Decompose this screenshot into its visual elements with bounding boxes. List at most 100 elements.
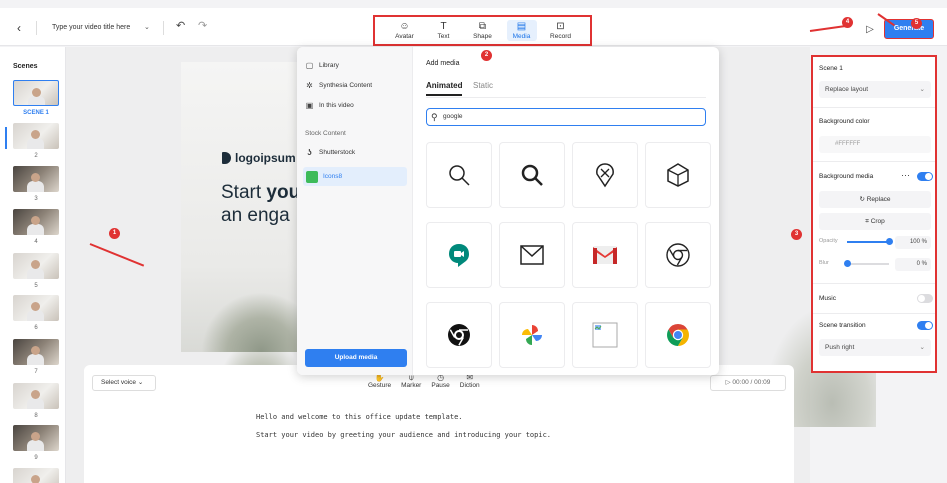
gesture-button[interactable]: ✋ Gesture bbox=[368, 373, 391, 389]
media-result[interactable] bbox=[499, 302, 565, 368]
more-icon[interactable]: ⋯ bbox=[901, 170, 910, 181]
chrome-black-icon bbox=[448, 324, 470, 346]
background-color-title: Background color bbox=[819, 118, 870, 125]
scene-thumbnail[interactable] bbox=[13, 166, 59, 192]
value-text: 100 bbox=[909, 239, 920, 245]
diction-button[interactable]: ✉ Diction bbox=[460, 373, 480, 389]
media-result[interactable] bbox=[572, 142, 638, 208]
scene-thumbnail[interactable] bbox=[13, 80, 59, 106]
background-media-toggle[interactable] bbox=[917, 172, 933, 181]
blur-slider[interactable] bbox=[843, 260, 889, 267]
media-result[interactable] bbox=[572, 222, 638, 288]
redo-icon[interactable]: ↷ bbox=[198, 19, 207, 32]
scene-thumbnail[interactable] bbox=[13, 425, 59, 451]
replace-button[interactable]: ↻ Replace bbox=[819, 191, 931, 208]
tool-text[interactable]: T Text bbox=[429, 21, 459, 40]
voice-select-label: Select voice bbox=[101, 379, 137, 386]
scene-thumbnail[interactable] bbox=[13, 295, 59, 321]
media-result[interactable] bbox=[499, 222, 565, 288]
scene-transition-label: Scene transition bbox=[819, 322, 866, 329]
tool-shape[interactable]: ⧉ Shape bbox=[468, 21, 498, 40]
play-icon[interactable]: ▷ bbox=[862, 22, 878, 38]
nav-synthesia-content[interactable]: ✲ Synthesia Content bbox=[305, 81, 372, 90]
blur-handle[interactable] bbox=[843, 260, 851, 267]
nav-label: Shutterstock bbox=[319, 149, 356, 156]
pause-button[interactable]: ◷ Pause bbox=[431, 373, 449, 389]
scene-title: Scene 1 bbox=[819, 65, 843, 72]
tool-label: Shape bbox=[473, 33, 492, 40]
scene-thumbnail[interactable] bbox=[13, 123, 59, 149]
scene-thumbnail[interactable] bbox=[13, 209, 59, 235]
script-line[interactable]: Hello and welcome to this office update … bbox=[256, 413, 463, 421]
media-result[interactable] bbox=[645, 302, 711, 368]
tool-avatar[interactable]: ☺ Avatar bbox=[390, 21, 420, 40]
scene-transition-toggle[interactable] bbox=[917, 321, 933, 330]
undo-icon[interactable]: ↶ bbox=[176, 19, 185, 32]
scenes-title: Scenes bbox=[13, 63, 38, 70]
scene-number: 6 bbox=[34, 325, 38, 331]
media-result[interactable] bbox=[499, 142, 565, 208]
logo[interactable]: logoipsum bbox=[222, 151, 296, 165]
media-result[interactable] bbox=[426, 142, 492, 208]
nav-icons8[interactable]: Icons8 bbox=[303, 167, 407, 186]
opacity-slider[interactable] bbox=[847, 238, 893, 245]
select-label: Replace layout bbox=[825, 86, 868, 93]
headline-line-2[interactable]: an enga bbox=[221, 205, 290, 227]
tool-label: Diction bbox=[459, 382, 480, 389]
search-value: google bbox=[443, 113, 463, 120]
logo-mark bbox=[222, 152, 231, 164]
scene-thumbnail[interactable] bbox=[13, 339, 59, 365]
blur-value[interactable]: 0 % bbox=[895, 258, 931, 271]
color-value: #FFFFFF bbox=[835, 141, 861, 147]
chevron-left-icon[interactable]: ‹ bbox=[12, 21, 26, 35]
annotation-badge: 1 bbox=[109, 228, 120, 239]
tab-animated[interactable]: Animated bbox=[426, 81, 463, 96]
media-search-input[interactable]: ⚲ google bbox=[426, 108, 706, 126]
script-panel: Select voice ⌄ ✋ Gesture ⍦ Marker ◷ Pause ✉… bbox=[84, 365, 794, 483]
tool-media[interactable]: ▤ Media bbox=[506, 20, 537, 41]
divider bbox=[813, 107, 935, 108]
scene-number: 9 bbox=[34, 455, 38, 461]
divider bbox=[813, 313, 935, 314]
google-meet-icon bbox=[449, 244, 469, 267]
magnifier-thin-icon bbox=[449, 165, 470, 186]
nav-shutterstock[interactable]: ʖ Shutterstock bbox=[305, 148, 355, 157]
scene-thumbnail[interactable] bbox=[13, 253, 59, 279]
transition-select[interactable]: Push right ⌄ bbox=[819, 339, 931, 356]
background-color-input[interactable]: #FFFFFF bbox=[819, 136, 931, 153]
annotation-badge: 5 bbox=[911, 18, 922, 29]
chrome-outline-icon bbox=[666, 243, 690, 267]
chevron-down-icon: ⌄ bbox=[137, 379, 144, 386]
media-result[interactable] bbox=[426, 302, 492, 368]
mail-outline-icon bbox=[520, 245, 544, 265]
scene-thumbnail[interactable] bbox=[13, 383, 59, 409]
replace-layout-select[interactable]: Replace layout ⌄ bbox=[819, 81, 931, 98]
headline-text: Start bbox=[221, 182, 267, 203]
chevron-down-icon: ⌄ bbox=[919, 86, 925, 93]
tool-record[interactable]: ⊡ Record bbox=[546, 21, 576, 40]
opacity-value[interactable]: 100 % bbox=[895, 236, 931, 249]
select-label: Push right bbox=[825, 344, 855, 351]
voice-select[interactable]: Select voice ⌄ bbox=[92, 375, 156, 391]
upload-media-button[interactable]: Upload media bbox=[305, 349, 407, 367]
video-title-input[interactable]: Type your video title here bbox=[52, 21, 130, 35]
playback-timer[interactable]: ▷ 00:00 / 00:09 bbox=[710, 375, 786, 391]
chevron-down-icon[interactable]: ⌄ bbox=[144, 21, 150, 35]
selected-indicator bbox=[5, 127, 7, 149]
media-result[interactable] bbox=[645, 222, 711, 288]
scenes-panel: Scenes SCENE 1 2 3 4 5 6 7 8 9 bbox=[0, 47, 66, 483]
media-result[interactable] bbox=[572, 302, 638, 368]
script-line[interactable]: Start your video by greeting your audien… bbox=[256, 431, 551, 439]
opacity-handle[interactable] bbox=[885, 238, 893, 245]
nav-library[interactable]: ▢ Library bbox=[305, 61, 339, 70]
marker-button[interactable]: ⍦ Marker bbox=[401, 373, 421, 389]
crop-button[interactable]: ⌗ Crop bbox=[819, 213, 931, 230]
media-result[interactable] bbox=[426, 222, 492, 288]
scene-thumbnail[interactable] bbox=[13, 468, 59, 483]
chevron-down-icon: ⌄ bbox=[919, 344, 925, 351]
music-toggle[interactable] bbox=[917, 294, 933, 303]
media-result[interactable] bbox=[645, 142, 711, 208]
nav-in-this-video[interactable]: ▣ In this video bbox=[305, 101, 354, 110]
tab-static[interactable]: Static bbox=[473, 81, 493, 90]
headline-line-1[interactable]: Start you bbox=[221, 182, 300, 204]
